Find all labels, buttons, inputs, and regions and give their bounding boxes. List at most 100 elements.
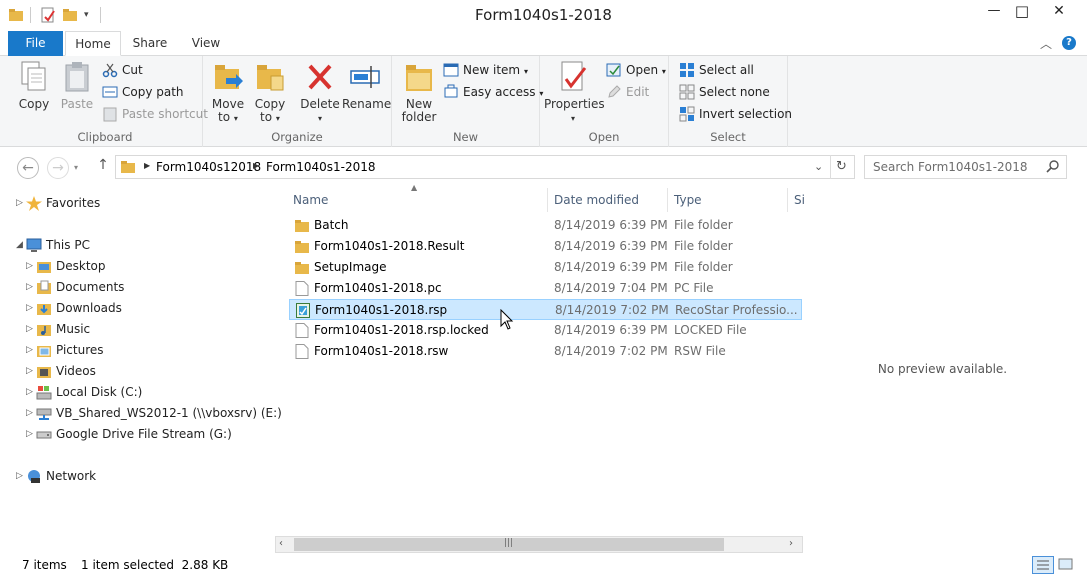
copy-to-button[interactable]: Copy to ▾: [250, 60, 290, 125]
paste-button[interactable]: Paste: [56, 60, 98, 111]
forward-arrow-icon[interactable]: →: [47, 157, 69, 179]
close-button[interactable]: ✕: [1037, 0, 1081, 22]
minimize-button[interactable]: —: [981, 0, 1007, 22]
tree-item-pictures[interactable]: ▷ Pictures: [26, 340, 271, 361]
horizontal-scrollbar[interactable]: ‹ ||| ›: [275, 536, 803, 553]
invert-selection-icon: [679, 106, 695, 122]
copy-path-button[interactable]: Copy path: [102, 82, 184, 102]
this-pc-label: This PC: [46, 238, 90, 252]
easy-access-button[interactable]: Easy access ▾: [443, 82, 543, 102]
select-all-button[interactable]: Select all: [679, 60, 754, 80]
scroll-right-icon[interactable]: ›: [789, 538, 793, 549]
tree-item-shared-drive[interactable]: ▷ VB_Shared_WS2012-1 (\\vboxsrv) (E:): [26, 403, 282, 424]
properties-icon: [557, 60, 589, 94]
expand-arrow-icon[interactable]: ▷: [26, 403, 36, 424]
properties-button[interactable]: Properties ▾: [544, 60, 605, 125]
file-date: 8/14/2019 7:02 PM: [555, 303, 669, 317]
rename-button[interactable]: Rename: [342, 60, 391, 111]
expand-arrow-icon[interactable]: ▷: [16, 466, 26, 487]
details-view-icon[interactable]: [1032, 556, 1054, 574]
nav-item-label: Desktop: [56, 259, 106, 273]
file-name: Batch: [314, 218, 349, 232]
column-header-name[interactable]: Name: [287, 188, 548, 212]
refresh-icon[interactable]: ↻: [836, 159, 847, 174]
recent-locations-chevron-icon[interactable]: ▾: [70, 157, 82, 179]
help-icon[interactable]: ?: [1062, 36, 1076, 50]
breadcrumb-item[interactable]: Form1040s1-2018: [266, 160, 376, 174]
file-type: RSW File: [674, 344, 726, 358]
organize-group: Move to ▾ Copy to ▾ Delete ▾ Rename Organ…: [203, 56, 392, 147]
expand-arrow-icon[interactable]: ▷: [26, 382, 36, 403]
expand-arrow-icon[interactable]: ▷: [16, 193, 26, 214]
paste-shortcut-button[interactable]: Paste shortcut: [102, 104, 208, 124]
table-row[interactable]: Form1040s1-2018.rsp.locked 8/14/2019 6:3…: [289, 320, 802, 341]
move-to-button[interactable]: Move to ▾: [208, 60, 248, 125]
scroll-left-icon[interactable]: ‹: [279, 538, 283, 549]
expand-arrow-icon[interactable]: ▷: [26, 340, 36, 361]
expand-arrow-icon[interactable]: ▷: [26, 256, 36, 277]
table-row[interactable]: Form1040s1-2018.Result 8/14/2019 6:39 PM…: [289, 236, 802, 257]
copy-button[interactable]: Copy: [14, 60, 54, 111]
item-count: 7 items: [22, 558, 67, 572]
breadcrumb-item[interactable]: Form1040s12018: [156, 160, 261, 174]
tree-item-music[interactable]: ▷ Music: [26, 319, 271, 340]
local-disk-icon: [36, 385, 52, 400]
table-row[interactable]: Batch 8/14/2019 6:39 PM File folder: [289, 215, 802, 236]
network-label: Network: [46, 469, 97, 483]
search-icon[interactable]: [1046, 159, 1060, 173]
column-header-size[interactable]: Si: [788, 188, 805, 212]
tree-item-network[interactable]: ▷ Network: [16, 466, 266, 487]
address-dropdown-chevron-icon[interactable]: ⌄: [814, 160, 823, 173]
open-button[interactable]: Open ▾: [606, 60, 666, 80]
new-folder-button[interactable]: New folder: [397, 60, 441, 124]
cut-button[interactable]: Cut: [102, 60, 143, 80]
large-icons-view-icon[interactable]: [1056, 556, 1076, 574]
expand-arrow-icon[interactable]: ▷: [26, 298, 36, 319]
back-arrow-icon[interactable]: ←: [17, 157, 39, 179]
table-row[interactable]: Form1040s1-2018.rsw 8/14/2019 7:02 PM RS…: [289, 341, 802, 362]
tab-share[interactable]: Share: [124, 31, 176, 56]
table-row[interactable]: Form1040s1-2018.rsp 8/14/2019 7:02 PM Re…: [289, 299, 802, 320]
new-item-button[interactable]: New item ▾: [443, 60, 528, 80]
tree-item-this-pc[interactable]: ◢ This PC: [16, 235, 266, 256]
breadcrumb-separator-icon[interactable]: ▶: [144, 161, 150, 170]
easy-access-icon: [443, 84, 459, 100]
expand-arrow-icon[interactable]: ▷: [26, 277, 36, 298]
expand-arrow-icon[interactable]: ▷: [26, 424, 36, 445]
maximize-button[interactable]: □: [1009, 0, 1035, 22]
search-box[interactable]: Search Form1040s1-2018: [864, 155, 1067, 179]
tab-file[interactable]: File: [8, 31, 63, 56]
tree-item-videos[interactable]: ▷ Videos: [26, 361, 271, 382]
nav-item-label: Local Disk (C:): [56, 385, 143, 399]
file-date: 8/14/2019 6:39 PM: [554, 323, 668, 337]
tree-item-documents[interactable]: ▷ Documents: [26, 277, 271, 298]
column-header-date-modified[interactable]: Date modified: [548, 188, 668, 212]
tree-item-google-drive[interactable]: ▷ Google Drive File Stream (G:): [26, 424, 271, 445]
tree-item-desktop[interactable]: ▷ Desktop: [26, 256, 271, 277]
delete-x-icon: [304, 60, 336, 94]
expand-arrow-icon[interactable]: ▷: [26, 319, 36, 340]
expand-arrow-icon[interactable]: ▷: [26, 361, 36, 382]
delete-button[interactable]: Delete ▾: [299, 60, 341, 125]
invert-selection-button[interactable]: Invert selection: [679, 104, 792, 124]
tab-home[interactable]: Home: [65, 31, 121, 56]
search-input[interactable]: Search Form1040s1-2018: [873, 160, 1028, 174]
tree-item-favorites[interactable]: ▷ Favorites: [16, 193, 266, 214]
select-none-button[interactable]: Select none: [679, 82, 770, 102]
edit-button[interactable]: Edit: [606, 82, 649, 102]
paste-label: Paste: [60, 97, 94, 111]
delete-label: Delete: [300, 97, 340, 111]
tree-item-downloads[interactable]: ▷ Downloads: [26, 298, 271, 319]
nav-item-label: Videos: [56, 364, 96, 378]
select-none-label: Select none: [699, 85, 770, 99]
table-row[interactable]: Form1040s1-2018.pc 8/14/2019 7:04 PM PC …: [289, 278, 802, 299]
column-header-type[interactable]: Type: [668, 188, 788, 212]
table-row[interactable]: SetupImage 8/14/2019 6:39 PM File folder: [289, 257, 802, 278]
minimize-ribbon-icon[interactable]: ︿: [1040, 35, 1052, 52]
breadcrumb-separator-icon[interactable]: ▶: [253, 161, 259, 170]
up-arrow-icon[interactable]: ↑: [92, 157, 114, 179]
tree-item-local-disk[interactable]: ▷ Local Disk (C:): [26, 382, 271, 403]
tab-view[interactable]: View: [180, 31, 232, 56]
address-bar[interactable]: ▶ Form1040s12018 ▶ Form1040s1-2018 ⌄ ↻: [115, 155, 855, 179]
collapse-arrow-icon[interactable]: ◢: [16, 235, 26, 256]
